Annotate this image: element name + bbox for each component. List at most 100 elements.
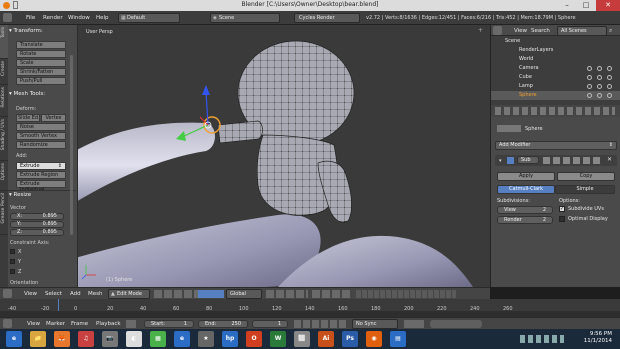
outliner-search-icon[interactable]: ⌕ (609, 27, 612, 35)
modifier-name-field[interactable]: Sub (517, 156, 539, 164)
record-icon[interactable] (126, 320, 136, 328)
scene-dropdown[interactable]: ◈ Scene (210, 13, 280, 23)
extrude-individual-button[interactable]: Extrude Individual (16, 180, 66, 193)
transform-panel-header[interactable]: ▾ Transform: (9, 28, 75, 34)
outliner-search-menu[interactable]: Search (531, 28, 550, 34)
cube-visibility-icon[interactable] (587, 75, 592, 80)
extrude-dropdown[interactable]: Extrude ⇕ (16, 162, 66, 170)
timeline-editor-icon[interactable] (3, 319, 12, 328)
translate-button[interactable]: Translate (16, 41, 66, 49)
constraint-y-checkbox[interactable] (10, 259, 15, 264)
z-axis-arrow-icon[interactable] (202, 85, 210, 95)
constraint-x-checkbox[interactable] (10, 249, 15, 254)
taskbar-app-icon[interactable]: ⬜ (294, 331, 310, 347)
tab-create[interactable]: Create (0, 59, 8, 85)
noise-button[interactable]: Noise (16, 123, 66, 131)
tab-grease-pencil[interactable]: Grease Pencil (0, 191, 8, 235)
catmull-clark-button[interactable]: Catmull-Clark (497, 185, 555, 194)
screen-layout-dropdown[interactable]: ▦ Default (118, 13, 180, 23)
simple-button[interactable]: Simple (555, 185, 615, 194)
sync-mode-dropdown[interactable]: No Sync (352, 319, 398, 329)
timeline-marker-menu[interactable]: Marker (46, 321, 65, 327)
properties-context-icons[interactable] (495, 107, 615, 115)
modifier-display-toggle-icons[interactable] (543, 157, 603, 164)
end-frame-field[interactable]: End: 250 (198, 320, 248, 328)
taskbar-app-icon[interactable]: O (246, 331, 262, 347)
transform-orientation-dropdown[interactable]: Global (226, 289, 262, 299)
manipulator-toggle-icons[interactable] (198, 290, 224, 298)
taskbar-app-icon[interactable]: Ps (342, 331, 358, 347)
rotate-button[interactable]: Rotate (16, 50, 66, 58)
copy-button[interactable]: Copy (557, 172, 615, 181)
system-tray-icons[interactable] (520, 335, 564, 343)
keying-set-field[interactable] (430, 320, 482, 328)
mode-dropdown[interactable]: ▲ Edit Mode (108, 289, 150, 299)
outliner-row-renderlayers[interactable]: RenderLayers (491, 46, 620, 55)
sphere-render-icon[interactable] (607, 93, 612, 98)
proportional-snap-icons[interactable] (312, 290, 352, 298)
taskbar-app-icon[interactable]: ◉ (366, 331, 382, 347)
select-mode-icons[interactable] (266, 290, 308, 298)
outliner-filter-dropdown[interactable]: All Scenes (557, 26, 607, 36)
slide-vertex-button[interactable]: Vertex (41, 114, 66, 122)
minimize-button[interactable]: – (558, 0, 576, 11)
camera-select-icon[interactable] (597, 66, 602, 71)
vector-z-field[interactable]: Z: 0.895 (10, 229, 64, 236)
menu-window[interactable]: Window (68, 15, 90, 21)
apply-button[interactable]: Apply (497, 172, 555, 181)
shrink-fatten-button[interactable]: Shrink/Fatten (16, 68, 66, 76)
optimal-display-checkbox[interactable] (559, 216, 565, 222)
taskbar-app-icon[interactable]: Ai (318, 331, 334, 347)
mesh-menu[interactable]: Mesh (88, 291, 102, 297)
cube-render-icon[interactable] (607, 75, 612, 80)
camera-render-icon[interactable] (607, 66, 612, 71)
taskbar-app-icon[interactable]: ◐ (126, 331, 142, 347)
push-pull-button[interactable]: Push/Pull (16, 77, 66, 85)
select-menu[interactable]: Select (45, 291, 62, 297)
constraint-z-checkbox[interactable] (10, 269, 15, 274)
taskbar-app-icon[interactable]: e (174, 331, 190, 347)
3d-view-editor-icon[interactable] (3, 289, 12, 298)
layer-buttons[interactable] (356, 290, 456, 298)
add-menu[interactable]: Add (70, 291, 81, 297)
scale-button[interactable]: Scale (16, 59, 66, 67)
tab-shading-uvs[interactable]: Shading / UVs (0, 117, 8, 161)
3d-viewport[interactable]: User Persp (1) Sphere + (78, 25, 490, 287)
render-engine-dropdown[interactable]: Cycles Render (294, 13, 360, 23)
taskbar-app-icon[interactable]: ★ (198, 331, 214, 347)
taskbar-clock[interactable]: 9:56 PM 11/1/2014 (584, 331, 612, 345)
outliner-row-camera[interactable]: Camera (491, 64, 620, 73)
render-levels-field[interactable]: Render 2 (497, 216, 553, 224)
extrude-region-button[interactable]: Extrude Region (16, 171, 66, 179)
tool-shelf-scrollbar[interactable] (70, 55, 73, 235)
modifier-collapse-icon[interactable]: ▾ (499, 158, 502, 164)
taskbar-app-icon[interactable]: 📁 (30, 331, 46, 347)
sphere-visibility-icon[interactable] (587, 93, 592, 98)
camera-visibility-icon[interactable] (587, 66, 592, 71)
lamp-visibility-icon[interactable] (587, 84, 592, 89)
resize-operator-header[interactable]: ▾ Resize (9, 192, 75, 198)
lamp-select-icon[interactable] (597, 84, 602, 89)
outliner-view-menu[interactable]: View (514, 28, 527, 34)
taskbar-app-icon[interactable]: 📷 (102, 331, 118, 347)
add-modifier-dropdown[interactable]: Add Modifier ⇕ (495, 141, 617, 150)
timeline-frame-menu[interactable]: Frame (71, 321, 88, 327)
menu-render[interactable]: Render (43, 15, 63, 21)
taskbar-app-icon[interactable]: ▤ (390, 331, 406, 347)
outliner-row-world[interactable]: World (491, 55, 620, 64)
outliner-editor-icon[interactable] (493, 26, 502, 35)
current-frame-field[interactable]: 1 (252, 320, 288, 328)
taskbar-app-icon[interactable]: 🦊 (54, 331, 70, 347)
tab-options[interactable]: Options (0, 161, 8, 191)
view-levels-field[interactable]: View 2 (497, 206, 553, 214)
slide-edge-button[interactable]: Slide Ed (16, 114, 40, 122)
modifier-remove-icon[interactable]: ✕ (607, 156, 612, 163)
playback-control-icons[interactable] (294, 320, 346, 328)
outliner-row-scene[interactable]: Scene (491, 37, 620, 46)
menu-file[interactable]: File (26, 15, 35, 21)
vector-y-field[interactable]: Y: 0.895 (10, 221, 64, 228)
taskbar-app-icon[interactable]: hp (222, 331, 238, 347)
close-button[interactable]: ✕ (596, 0, 620, 11)
tab-tools[interactable]: Tools (0, 25, 8, 59)
viewport-plus-icon[interactable]: + (478, 27, 488, 37)
